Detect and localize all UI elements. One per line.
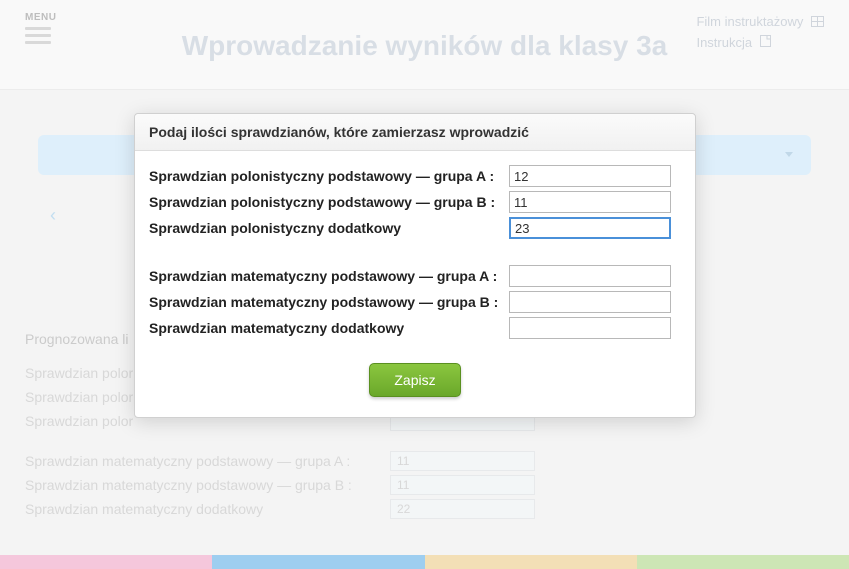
field-input-pol-a[interactable] xyxy=(509,165,671,187)
field-input-math-a[interactable] xyxy=(509,265,671,287)
save-button[interactable]: Zapisz xyxy=(369,363,460,397)
footer-stripes xyxy=(0,555,849,569)
field-label: Sprawdzian matematyczny podstawowy — gru… xyxy=(149,294,509,310)
form-row: Sprawdzian polonistyczny podstawowy — gr… xyxy=(149,165,681,187)
modal-footer: Zapisz xyxy=(135,363,695,417)
field-input-pol-extra[interactable] xyxy=(509,217,671,239)
modal-title: Podaj ilości sprawdzianów, które zamierz… xyxy=(135,114,695,151)
form-row: Sprawdzian matematyczny dodatkowy xyxy=(149,317,681,339)
field-label: Sprawdzian matematyczny dodatkowy xyxy=(149,320,509,336)
modal-dialog: Podaj ilości sprawdzianów, które zamierz… xyxy=(134,113,696,418)
modal-body: Sprawdzian polonistyczny podstawowy — gr… xyxy=(135,151,695,363)
form-row: Sprawdzian matematyczny podstawowy — gru… xyxy=(149,265,681,287)
field-label: Sprawdzian polonistyczny dodatkowy xyxy=(149,220,509,236)
field-label: Sprawdzian polonistyczny podstawowy — gr… xyxy=(149,168,509,184)
field-input-math-extra[interactable] xyxy=(509,317,671,339)
form-row: Sprawdzian polonistyczny podstawowy — gr… xyxy=(149,191,681,213)
form-row: Sprawdzian matematyczny podstawowy — gru… xyxy=(149,291,681,313)
field-input-pol-b[interactable] xyxy=(509,191,671,213)
field-input-math-b[interactable] xyxy=(509,291,671,313)
form-row: Sprawdzian polonistyczny dodatkowy xyxy=(149,217,681,239)
field-label: Sprawdzian matematyczny podstawowy — gru… xyxy=(149,268,509,284)
field-label: Sprawdzian polonistyczny podstawowy — gr… xyxy=(149,194,509,210)
